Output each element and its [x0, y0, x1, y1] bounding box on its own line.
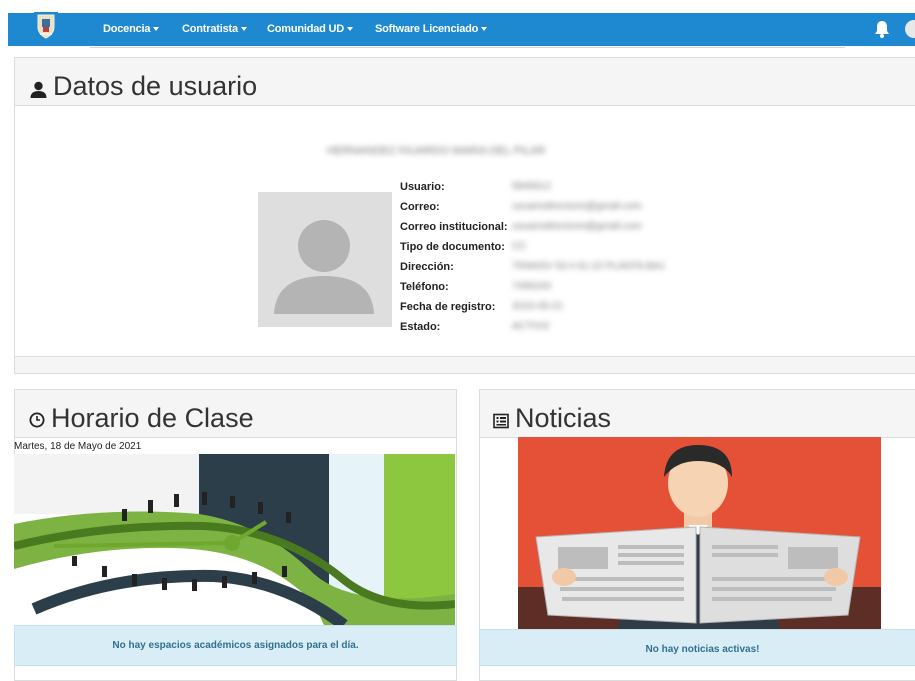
field-label-usuario: Usuario:: [400, 181, 445, 193]
field-label-telefono: Teléfono:: [400, 281, 449, 293]
top-navbar: Docencia Contratista Comunidad UD Softwa…: [0, 0, 915, 48]
field-label-tipo-documento: Tipo de documento:: [400, 241, 505, 253]
user-data-panel: Datos de usuario: [14, 57, 915, 374]
field-label-fecha-registro: Fecha de registro:: [400, 301, 496, 313]
chevron-down-icon: [153, 27, 160, 32]
field-value-direccion: TRANSV 53 # 61-22 PLANTA BAJ: [512, 261, 665, 272]
user-icon: [30, 81, 47, 98]
clock-icon: [29, 412, 45, 428]
panel-header: Datos de usuario: [15, 58, 915, 106]
panel-header: Noticias: [480, 390, 915, 438]
avatar: [258, 192, 392, 327]
field-label-correo: Correo:: [400, 201, 440, 213]
field-label-correo-institucional: Correo institucional:: [400, 221, 508, 233]
panel-footer: [15, 356, 915, 373]
newspaper-reader-illustration: [518, 437, 881, 629]
nav-docencia[interactable]: Docencia: [103, 23, 160, 35]
bell-icon[interactable]: [874, 20, 890, 38]
news-title: Noticias: [515, 403, 612, 433]
field-value-correo-institucional: usuariodirectorio@gmail.com: [512, 221, 642, 232]
field-value-correo: usuariodirectorio@gmail.com: [512, 201, 642, 212]
university-logo[interactable]: [34, 12, 58, 40]
nav-software-licenciado[interactable]: Software Licenciado: [375, 23, 488, 35]
field-value-estado: ACTIVO: [512, 321, 550, 332]
user-full-name: HERNANDEZ FAJARDO MARIA DEL PILAR: [327, 145, 546, 157]
field-value-tipo-documento: CC: [512, 241, 527, 252]
news-empty-alert: No hay noticias activas!: [479, 629, 915, 666]
field-label-direccion: Dirección:: [400, 261, 454, 273]
chevron-down-icon: [240, 27, 247, 32]
newspaper-icon: [493, 413, 509, 429]
field-value-fecha-registro: 2015-05-21: [512, 301, 564, 312]
chevron-down-icon: [347, 27, 354, 32]
panel-header: Horario de Clase: [15, 390, 456, 438]
field-label-estado: Estado:: [400, 321, 441, 333]
schedule-empty-alert: No hay espacios académicos asignados par…: [14, 625, 457, 666]
clock-illustration: [14, 454, 455, 625]
field-value-usuario: 5845612: [512, 181, 551, 192]
field-value-telefono: 7456243: [512, 281, 551, 292]
nav-comunidad-ud[interactable]: Comunidad UD: [267, 23, 354, 35]
chevron-down-icon: [481, 27, 488, 32]
navbar-divider: [90, 47, 845, 48]
schedule-title: Horario de Clase: [51, 403, 254, 433]
page-title: Datos de usuario: [53, 71, 258, 101]
schedule-date: Martes, 18 de Mayo de 2021: [14, 441, 142, 452]
nav-contratista[interactable]: Contratista: [182, 23, 247, 35]
